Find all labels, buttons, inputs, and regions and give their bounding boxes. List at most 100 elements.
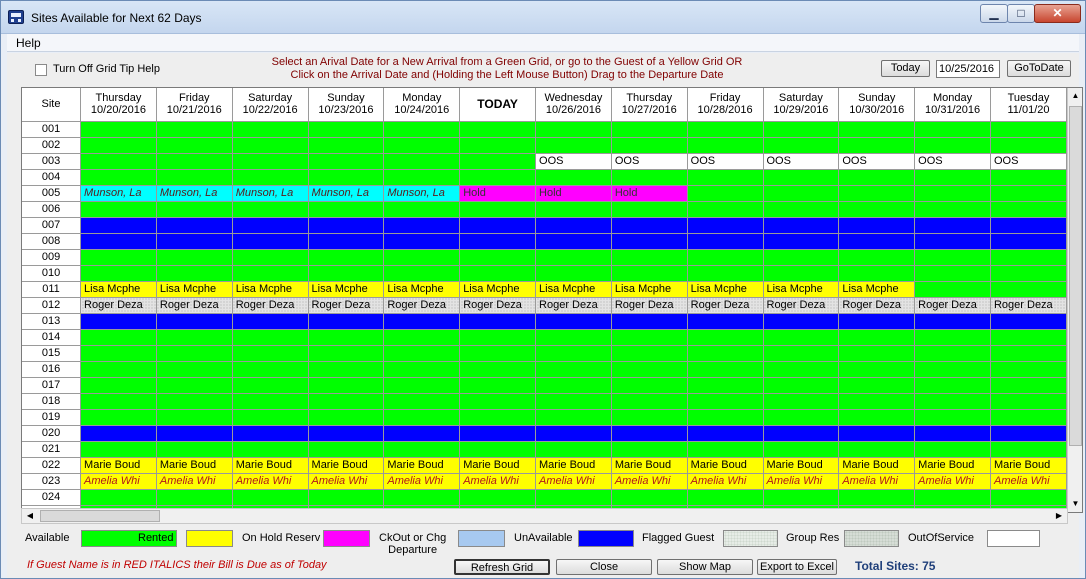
grid-cell[interactable] <box>990 425 1067 442</box>
grid-cell[interactable] <box>308 377 385 394</box>
grid-cell[interactable] <box>156 425 233 442</box>
grid-cell[interactable] <box>156 169 233 186</box>
grid-cell[interactable] <box>838 441 916 458</box>
grid-cell[interactable]: Marie Boud <box>232 457 309 474</box>
grid-cell[interactable] <box>232 425 309 442</box>
grid-cell[interactable] <box>838 489 916 506</box>
site-number[interactable]: 005 <box>22 185 82 202</box>
grid-cell[interactable] <box>232 121 309 138</box>
grid-cell[interactable]: Roger Deza <box>535 297 612 314</box>
grid-cell[interactable]: Lisa Mcphe <box>535 281 612 298</box>
date-column-header[interactable]: Monday 10/31/2016 <box>914 88 991 122</box>
grid-cell[interactable]: Roger Deza <box>763 297 840 314</box>
grid-cell[interactable] <box>156 393 233 410</box>
grid-cell[interactable] <box>914 233 991 250</box>
grid-cell[interactable] <box>687 425 764 442</box>
grid-cell[interactable] <box>914 393 991 410</box>
grid-cell[interactable] <box>838 361 916 378</box>
grid-cell[interactable] <box>232 361 309 378</box>
grid-cell[interactable] <box>763 377 840 394</box>
grid-cell[interactable] <box>838 249 916 266</box>
grid-cell[interactable]: Amelia Whi <box>914 473 991 490</box>
grid-cell[interactable]: Marie Boud <box>459 457 537 474</box>
grid-cell[interactable] <box>838 137 916 154</box>
grid-cell[interactable]: Lisa Mcphe <box>80 281 157 298</box>
grid-cell[interactable] <box>611 121 688 138</box>
grid-cell[interactable] <box>611 217 688 234</box>
vertical-scroll-thumb[interactable] <box>1069 106 1082 446</box>
grid-cell[interactable] <box>308 233 385 250</box>
grid-cell[interactable] <box>611 137 688 154</box>
grid-cell[interactable] <box>838 185 916 202</box>
grid-cell[interactable] <box>763 489 840 506</box>
grid-cell[interactable] <box>459 121 537 138</box>
grid-cell[interactable] <box>308 345 385 362</box>
grid-cell[interactable] <box>535 377 612 394</box>
grid-cell[interactable] <box>80 361 157 378</box>
grid-cell[interactable] <box>687 121 764 138</box>
grid-cell[interactable] <box>838 233 916 250</box>
grid-cell[interactable] <box>80 441 157 458</box>
grid-cell[interactable] <box>80 313 157 330</box>
grid-cell[interactable] <box>990 329 1067 346</box>
grid-cell[interactable]: OOS <box>763 153 840 170</box>
grid-cell[interactable] <box>308 201 385 218</box>
grid-cell[interactable]: Roger Deza <box>156 297 233 314</box>
grid-cell[interactable]: Lisa Mcphe <box>383 281 461 298</box>
grid-cell[interactable] <box>308 265 385 282</box>
grid-cell[interactable] <box>838 329 916 346</box>
scroll-right-arrow-icon[interactable]: ▶ <box>1051 509 1067 523</box>
grid-cell[interactable] <box>611 393 688 410</box>
grid-cell[interactable]: Hold <box>535 185 612 202</box>
grid-cell[interactable] <box>914 377 991 394</box>
grid-cell[interactable]: Marie Boud <box>914 457 991 474</box>
grid-cell[interactable] <box>156 137 233 154</box>
grid-cell[interactable]: Amelia Whi <box>383 473 461 490</box>
grid-cell[interactable] <box>687 169 764 186</box>
grid-cell[interactable] <box>80 137 157 154</box>
grid-cell[interactable] <box>383 121 461 138</box>
grid-cell[interactable] <box>535 361 612 378</box>
close-button[interactable]: Close <box>556 559 652 575</box>
grid-cell[interactable] <box>611 265 688 282</box>
grid-cell[interactable] <box>459 249 537 266</box>
grid-cell[interactable]: OOS <box>535 153 612 170</box>
grid-cell[interactable] <box>383 249 461 266</box>
grid-cell[interactable] <box>535 137 612 154</box>
grid-cell[interactable] <box>80 409 157 426</box>
grid-cell[interactable] <box>383 329 461 346</box>
grid-cell[interactable] <box>611 233 688 250</box>
grid-cell[interactable] <box>763 217 840 234</box>
maximize-button[interactable]: □ <box>1007 4 1035 23</box>
grid-cell[interactable] <box>687 361 764 378</box>
grid-cell[interactable] <box>990 361 1067 378</box>
grid-cell[interactable] <box>687 249 764 266</box>
grid-cell[interactable] <box>80 345 157 362</box>
grid-cell[interactable] <box>763 441 840 458</box>
grid-cell[interactable] <box>459 377 537 394</box>
grid-cell[interactable] <box>232 137 309 154</box>
grid-cell[interactable] <box>232 393 309 410</box>
date-column-header[interactable]: Friday 10/21/2016 <box>156 88 233 122</box>
grid-cell[interactable]: OOS <box>838 153 916 170</box>
site-number[interactable]: 017 <box>22 377 82 394</box>
site-number[interactable]: 022 <box>22 457 82 474</box>
grid-cell[interactable] <box>763 249 840 266</box>
grid-cell[interactable] <box>611 345 688 362</box>
grid-cell[interactable] <box>914 265 991 282</box>
date-column-header[interactable]: Saturday 10/29/2016 <box>763 88 840 122</box>
site-number[interactable]: 006 <box>22 201 82 218</box>
grid-cell[interactable] <box>914 137 991 154</box>
grid-cell[interactable]: OOS <box>611 153 688 170</box>
grid-cell[interactable] <box>914 313 991 330</box>
grid-cell[interactable] <box>990 249 1067 266</box>
grid-cell[interactable] <box>990 489 1067 506</box>
grid-cell[interactable] <box>232 169 309 186</box>
grid-cell[interactable] <box>687 217 764 234</box>
grid-cell[interactable]: Lisa Mcphe <box>611 281 688 298</box>
grid-cell[interactable]: OOS <box>990 153 1067 170</box>
grid-cell[interactable] <box>990 121 1067 138</box>
grid-cell[interactable]: Hold <box>611 185 688 202</box>
grid-cell[interactable] <box>156 217 233 234</box>
grid-cell[interactable]: OOS <box>687 153 764 170</box>
